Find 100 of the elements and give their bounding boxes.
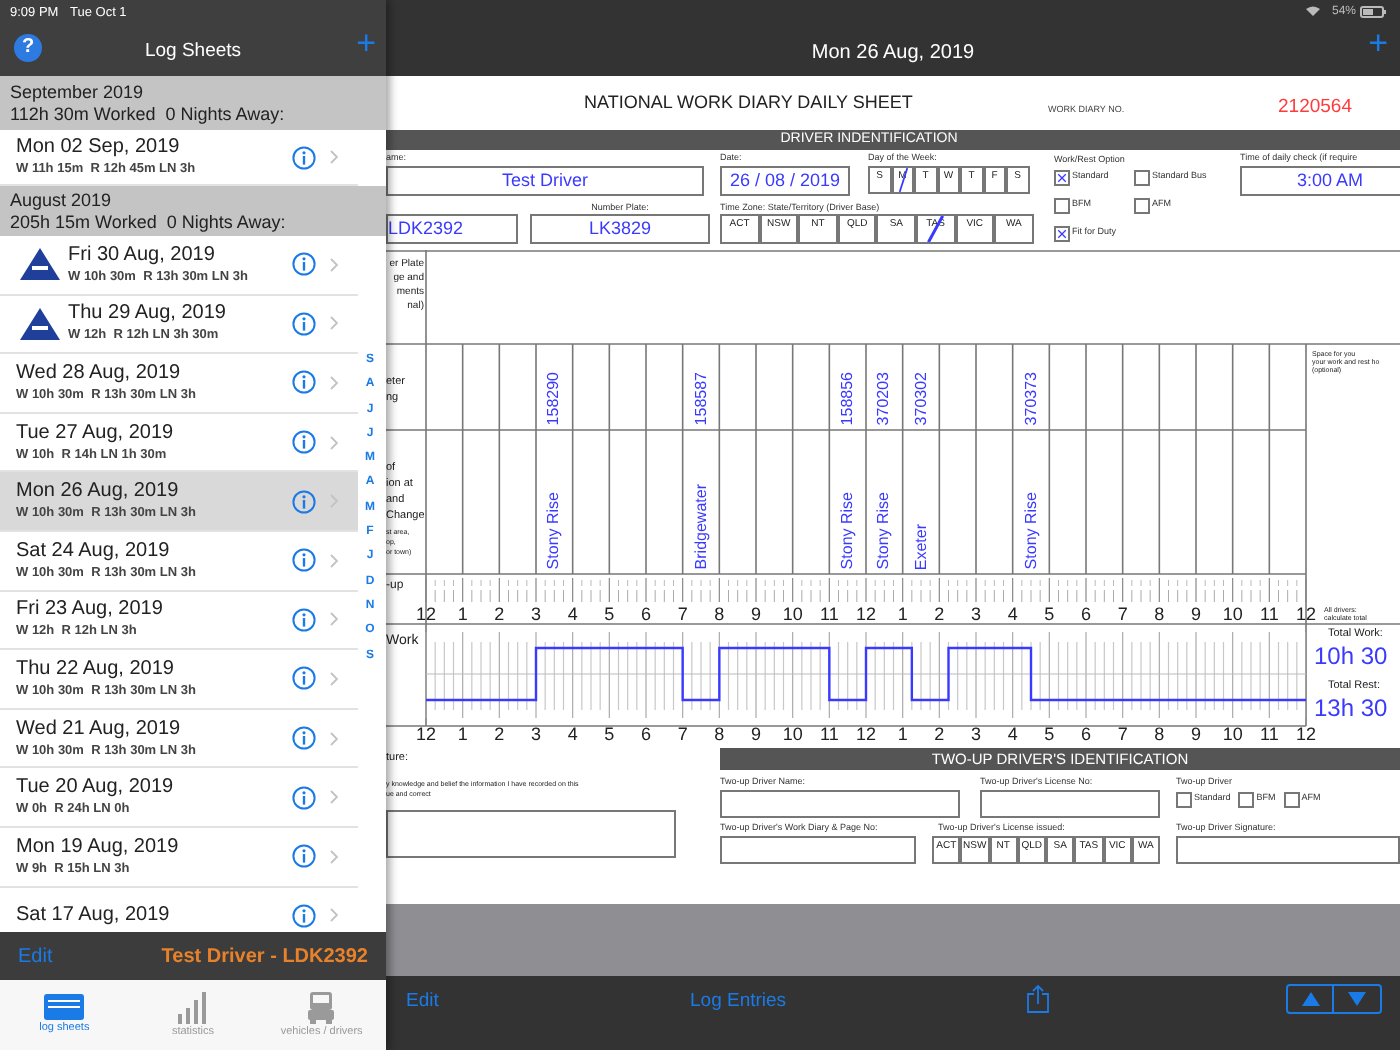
log-sheet-row[interactable]: Sat 17 Aug, 2019	[0, 887, 358, 932]
row-date: Mon 02 Sep, 2019	[16, 136, 182, 160]
edit-button[interactable]: Edit	[406, 988, 439, 1017]
chevron-icon	[330, 790, 338, 805]
info-icon[interactable]	[292, 785, 316, 810]
hour-label: 4	[565, 724, 580, 744]
chevron-icon	[330, 435, 338, 450]
checkbox[interactable]	[1134, 198, 1150, 214]
help-button[interactable]: ?	[14, 34, 42, 62]
daily-check-field[interactable]: 3:00 AM	[1240, 166, 1400, 196]
row-date: Fri 30 Aug, 2019	[68, 243, 217, 268]
checkbox[interactable]	[1283, 792, 1300, 808]
info-icon[interactable]	[292, 489, 316, 514]
diary-field[interactable]	[720, 836, 916, 864]
number-plate-field[interactable]: LK3829	[530, 214, 710, 244]
chevron-icon	[330, 731, 338, 746]
chevron-icon	[330, 553, 338, 568]
hour-label: 2	[492, 724, 507, 744]
info-icon[interactable]	[292, 252, 316, 277]
add-button[interactable]: +	[356, 26, 376, 60]
previous-button[interactable]	[1286, 984, 1334, 1014]
signature-field[interactable]	[386, 810, 676, 858]
checkbox[interactable]	[1054, 170, 1070, 186]
hour-label: 12	[853, 724, 878, 744]
row-date: Sat 17 Aug, 2019	[16, 903, 170, 928]
date-field[interactable]: 26 / 08 / 2019	[720, 166, 850, 196]
checkbox[interactable]	[1134, 170, 1150, 186]
signature-field[interactable]	[1176, 836, 1400, 864]
hour-label: 5	[602, 604, 617, 624]
info-icon[interactable]	[292, 844, 316, 869]
hour-label: 3	[528, 604, 543, 624]
row-date: Mon 19 Aug, 2019	[16, 835, 179, 860]
add-button[interactable]: +	[1368, 26, 1388, 60]
info-icon[interactable]	[292, 430, 316, 455]
card-icon	[44, 994, 85, 1020]
name-field[interactable]	[720, 790, 960, 818]
share-icon[interactable]	[1026, 984, 1050, 1014]
location-name: Bridgewater	[693, 484, 709, 570]
info-icon[interactable]	[292, 548, 316, 573]
location-name: Stony Rise	[839, 492, 856, 570]
truck-icon	[308, 991, 335, 1023]
checkbox[interactable]	[1054, 226, 1070, 242]
hour-label: 1	[895, 724, 910, 744]
hour-label: 12	[1293, 724, 1318, 744]
log-entries-button[interactable]: Log Entries	[690, 988, 787, 1017]
hour-label: 7	[675, 724, 690, 744]
total-value: 10h 30	[1314, 642, 1388, 670]
sheet-date-title: Mon 26 Aug, 2019	[809, 40, 977, 68]
sheet-title: NATIONAL WORK DIARY DAILY SHEET	[584, 89, 915, 116]
hour-label: 9	[1188, 604, 1203, 624]
hour-label: 10	[780, 604, 805, 624]
hour-label: 12	[413, 604, 438, 624]
hour-label: 8	[712, 604, 727, 624]
location-name: Stony Rise	[1023, 492, 1039, 570]
row-date: Thu 29 Aug, 2019	[68, 302, 226, 327]
plate-field[interactable]: LDK2392	[386, 214, 518, 244]
hour-label: 9	[748, 604, 763, 624]
info-icon[interactable]	[292, 666, 316, 691]
hour-label: 1	[455, 604, 470, 624]
odometer-reading: 158856	[839, 372, 856, 426]
hour-label: 7	[1115, 604, 1130, 624]
odometer-reading: 370302	[913, 372, 929, 426]
hour-label: 2	[492, 604, 507, 624]
wifi-icon	[1306, 6, 1320, 16]
hour-label: 11	[1257, 604, 1281, 624]
chevron-icon	[330, 375, 338, 390]
info-icon[interactable]	[292, 145, 316, 169]
row-date: Wed 28 Aug, 2019	[16, 361, 183, 386]
info-icon[interactable]	[292, 726, 316, 751]
hour-label: 5	[1042, 724, 1057, 744]
row-date: Wed 21 Aug, 2019	[16, 717, 183, 742]
down-triangle-icon	[1348, 992, 1366, 1006]
checkbox[interactable]	[1176, 792, 1192, 808]
chevron-icon	[330, 908, 338, 923]
name-field[interactable]: Test Driver	[386, 166, 704, 196]
hour-label: 1	[895, 604, 910, 624]
hour-label: 6	[638, 724, 653, 744]
bar-chart-icon	[178, 991, 207, 1023]
row-date: Fri 23 Aug, 2019	[16, 598, 163, 623]
hour-label: 9	[1188, 724, 1203, 744]
license-field[interactable]	[980, 790, 1160, 818]
hour-label: 3	[968, 604, 983, 624]
info-icon[interactable]	[292, 370, 316, 395]
hour-label: 8	[712, 724, 727, 744]
hour-label: 12	[853, 604, 878, 624]
section-title: August 2019	[10, 189, 114, 211]
checkbox[interactable]	[1054, 198, 1070, 214]
info-icon[interactable]	[292, 903, 316, 928]
row-date: Thu 22 Aug, 2019	[16, 657, 176, 682]
sidebar-title: Log Sheets	[142, 38, 244, 66]
hour-label: 8	[1152, 604, 1167, 624]
section-title: September 2019	[10, 81, 146, 103]
next-button[interactable]	[1334, 984, 1382, 1014]
checkbox[interactable]	[1238, 792, 1255, 808]
row-date: Tue 20 Aug, 2019	[16, 776, 174, 801]
diary-number: 2120564	[1278, 93, 1352, 122]
up-triangle-icon	[1301, 992, 1319, 1006]
info-icon[interactable]	[292, 311, 316, 336]
edit-button[interactable]: Edit	[18, 941, 53, 971]
info-icon[interactable]	[292, 607, 316, 632]
